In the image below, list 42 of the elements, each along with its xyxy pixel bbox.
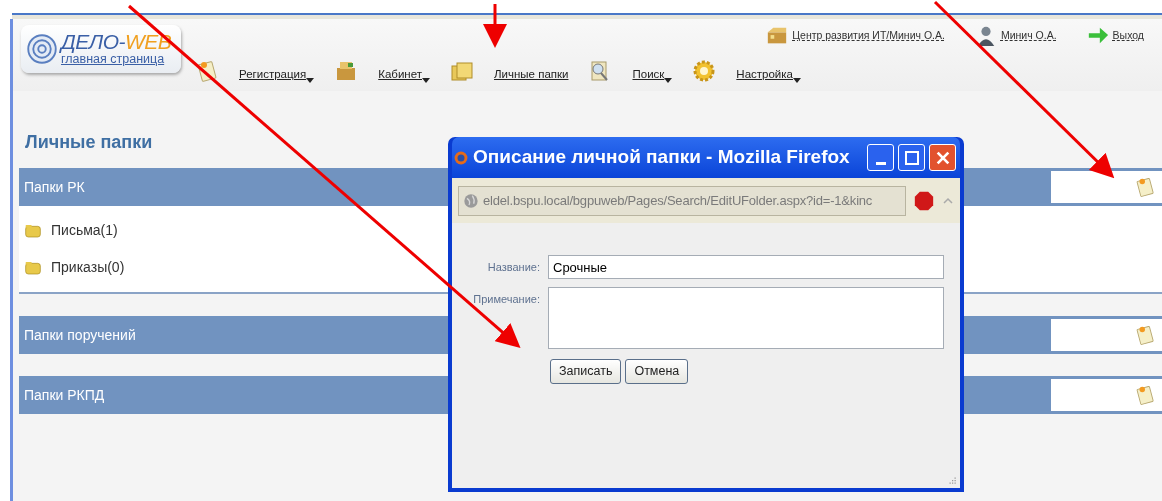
- browser-icon: [454, 150, 468, 165]
- maximize-icon: [903, 149, 920, 166]
- menu-link[interactable]: Кабинет: [378, 65, 422, 83]
- section-title: Папки поручений: [23, 325, 136, 345]
- folder-link[interactable]: Письма(1): [49, 212, 118, 249]
- maximize-button[interactable]: [898, 144, 925, 171]
- note-field[interactable]: [548, 287, 944, 349]
- menu-link[interactable]: Поиск: [632, 65, 665, 83]
- window-title: Описание личной папки - Mozilla Firefox: [473, 145, 851, 170]
- logo[interactable]: ДЕЛО-WEB главная страница: [21, 25, 181, 73]
- section-title: Папки РКПД: [23, 385, 105, 405]
- menu-link[interactable]: Регистрация: [239, 65, 307, 83]
- resize-grip-icon: [947, 475, 957, 485]
- field-label: Примечание:: [472, 292, 540, 307]
- save-button[interactable]: Записать: [550, 359, 622, 384]
- minimize-icon: [875, 162, 886, 165]
- section-title: Папки РК: [23, 177, 85, 197]
- name-field[interactable]: Срочные: [548, 255, 944, 279]
- close-icon: [934, 149, 951, 166]
- folder-icon: [25, 259, 41, 276]
- folders-icon: [450, 59, 474, 83]
- folder-link[interactable]: Приказы(0): [49, 249, 125, 286]
- folder-icon: [25, 222, 41, 239]
- caret-icon[interactable]: [664, 78, 673, 83]
- stop-sign-icon: [914, 190, 934, 211]
- caret-icon[interactable]: [792, 78, 801, 83]
- close-button[interactable]: [929, 144, 956, 171]
- menu-link[interactable]: Личные папки: [494, 65, 569, 83]
- caret-icon[interactable]: [306, 78, 315, 83]
- header-link[interactable]: Выход: [1112, 28, 1144, 44]
- cancel-button[interactable]: Отмена: [625, 359, 689, 384]
- header-link[interactable]: Центр развития ИТ/Минич О.А.: [792, 28, 945, 44]
- logo-icon: [27, 34, 57, 64]
- caret-icon[interactable]: [422, 78, 430, 83]
- globe-icon: [463, 192, 479, 209]
- logo-title: ДЕЛО-WEB: [61, 31, 172, 52]
- minimize-button[interactable]: [867, 144, 894, 171]
- logo-subtitle: главная страница: [61, 52, 166, 67]
- menu-link[interactable]: Настройка: [736, 65, 793, 83]
- field-label: Название:: [486, 260, 540, 275]
- header-link[interactable]: Минич О.А.: [1000, 28, 1057, 44]
- gear-icon: [692, 59, 717, 83]
